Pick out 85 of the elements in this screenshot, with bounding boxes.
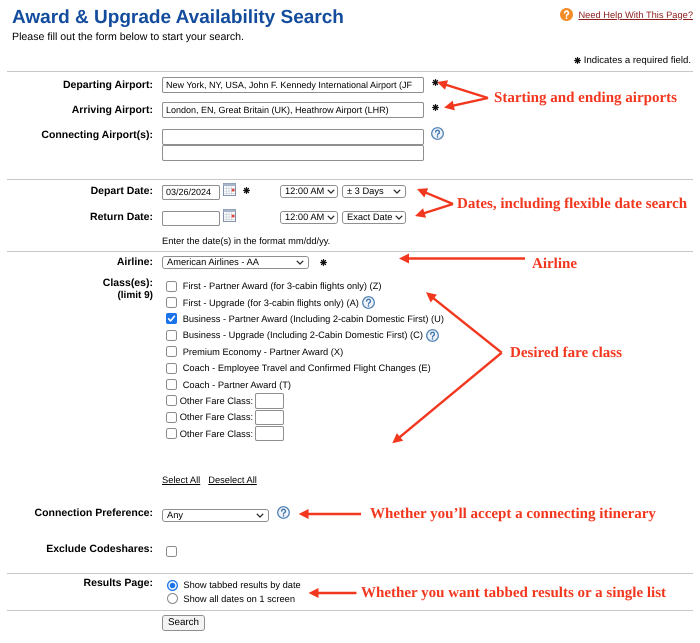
arrow xyxy=(415,202,454,218)
annotation-label: Whether you’ll accept a connecting itinerary xyxy=(370,505,656,524)
option-label: Show all dates on 1 screen xyxy=(183,592,296,605)
chevron-down-icon xyxy=(395,214,404,220)
deselect-all-link[interactable]: Deselect All xyxy=(208,474,257,486)
text-field[interactable] xyxy=(255,393,284,409)
annotation-label: Whether you want tabbed results or a single list xyxy=(361,584,666,603)
required-asterisk-icon xyxy=(574,57,581,64)
page-title: Award & Upgrade Availability Search xyxy=(11,7,344,29)
help-icon[interactable] xyxy=(560,8,574,21)
intro-text: Please fill out the form below to start your search. xyxy=(11,30,245,44)
checkbox[interactable] xyxy=(166,313,177,324)
dropdown[interactable]: Any xyxy=(162,508,269,522)
field-label: Depart Date: xyxy=(90,184,153,198)
text-field[interactable] xyxy=(162,210,220,226)
text-field[interactable] xyxy=(162,128,424,144)
required-note: Indicates a required field. xyxy=(584,54,691,66)
field-note: (limit 9) xyxy=(117,290,153,301)
checkbox[interactable] xyxy=(166,297,177,308)
checkbox[interactable] xyxy=(166,395,177,406)
dropdown[interactable]: 12:00 AM xyxy=(280,184,338,198)
dropdown[interactable]: American Airlines - AA xyxy=(162,256,309,269)
annotation-label: Airline xyxy=(532,255,577,274)
radio-button[interactable] xyxy=(166,580,178,591)
radio-button[interactable] xyxy=(166,593,178,604)
field-label: Airline: xyxy=(116,256,153,269)
field-label: Connecting Airport(s): xyxy=(40,128,153,142)
calendar-icon[interactable] xyxy=(223,209,236,222)
field-label: Departing Airport: xyxy=(62,78,153,93)
checkbox[interactable] xyxy=(166,379,177,390)
chevron-down-icon xyxy=(327,214,336,220)
field-label: Class(es): xyxy=(102,278,153,290)
option-label: Coach - Partner Award (T) xyxy=(182,378,292,391)
chevron-down-icon xyxy=(327,188,336,194)
checkbox[interactable] xyxy=(166,428,177,440)
hint-text: Enter the date(s) in the format mm/dd/yy. xyxy=(161,234,332,246)
arrow xyxy=(308,588,356,598)
field-label: Arriving Airport: xyxy=(70,103,153,118)
option-label: Other Fare Class: xyxy=(180,394,254,407)
option-label: Coach - Employee Travel and Confirmed Flight Changes (E) xyxy=(182,362,431,374)
checkbox[interactable] xyxy=(166,330,177,341)
text-field[interactable]: New York, NY, USA, John F. Kennedy International Airport (JF xyxy=(162,77,424,93)
dropdown[interactable]: 12:00 AM xyxy=(280,210,338,224)
option-label: Premium Economy - Partner Award (X) xyxy=(182,346,344,358)
checkbox[interactable] xyxy=(166,546,177,558)
field-label: Results Page: xyxy=(82,578,153,592)
help-link[interactable]: Need Help With This Page? xyxy=(578,8,693,20)
option-label: Other Fare Class: xyxy=(180,411,254,424)
search-button[interactable]: Search xyxy=(162,615,205,631)
text-field[interactable]: London, EN, Great Britain (UK), Heathrow Airport (LHR) xyxy=(162,102,424,118)
option-label: Business - Partner Award (Including 2-cabin Domestic First) (U) xyxy=(182,312,444,325)
chevron-down-icon xyxy=(296,260,304,265)
option-label: Business - Upgrade (Including 2-Cabin Domestic First) (C) xyxy=(182,329,423,342)
annotation-label: Dates, including flexible date search xyxy=(457,195,688,214)
text-field[interactable] xyxy=(162,145,424,161)
option-label: Show tabbed results by date xyxy=(183,579,301,592)
dropdown[interactable]: Exact Date xyxy=(342,210,406,224)
chevron-down-icon xyxy=(393,188,401,194)
field-label: Exclude Codeshares: xyxy=(45,543,153,558)
select-all-link[interactable]: Select All xyxy=(162,474,200,486)
checkbox[interactable] xyxy=(166,280,177,292)
annotation-label: Starting and ending airports xyxy=(494,89,677,108)
help-icon[interactable] xyxy=(431,126,444,140)
help-icon[interactable] xyxy=(277,506,290,519)
checkbox[interactable] xyxy=(166,362,177,374)
text-field[interactable]: 03/26/2024 xyxy=(162,184,220,200)
arrow xyxy=(444,96,488,110)
calendar-icon[interactable] xyxy=(223,183,236,196)
help-icon[interactable] xyxy=(426,328,439,342)
dropdown[interactable]: ± 3 Days xyxy=(342,184,406,198)
text-field[interactable] xyxy=(255,426,284,442)
option-label: First - Upgrade (for 3-cabin flights only) (A) xyxy=(182,296,359,309)
option-label: Other Fare Class: xyxy=(180,428,254,440)
arrow xyxy=(437,80,488,100)
field-label: Return Date: xyxy=(88,210,153,224)
text-field[interactable] xyxy=(255,410,284,426)
field-label: Connection Preference: xyxy=(34,506,153,521)
arrow xyxy=(417,188,454,206)
arrow xyxy=(298,509,361,519)
checkbox[interactable] xyxy=(166,412,177,423)
chevron-down-icon xyxy=(256,513,264,518)
option-label: First - Partner Award (for 3-cabin flights only) (Z) xyxy=(182,280,382,292)
help-icon[interactable] xyxy=(362,296,375,310)
annotation-label: Desired fare class xyxy=(510,344,622,363)
checkbox[interactable] xyxy=(166,346,177,358)
